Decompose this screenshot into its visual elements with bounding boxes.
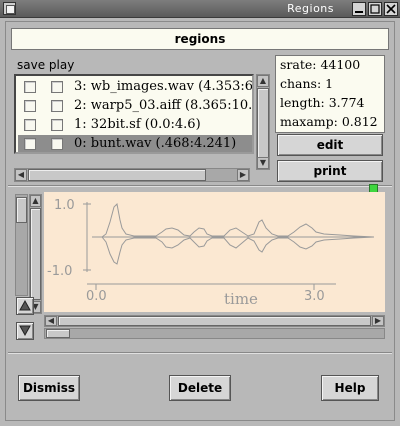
pane-divider[interactable]: [8, 185, 392, 187]
list-vertical-scrollbar[interactable]: ▲ ▼: [256, 74, 270, 170]
srate-value: srate: 44100: [280, 57, 361, 72]
save-checkbox[interactable]: [24, 119, 36, 131]
y-position-scrollbar[interactable]: ▲ ▼: [29, 194, 42, 314]
footer-divider: [8, 352, 392, 354]
scroll-down-arrow-icon[interactable]: ▼: [257, 157, 269, 169]
print-button[interactable]: print: [277, 160, 383, 182]
scroll-left-arrow-icon[interactable]: ◀: [45, 316, 57, 326]
save-checkbox[interactable]: [24, 100, 36, 112]
up-triangle-icon: [19, 299, 31, 311]
zoom-in-button[interactable]: [16, 297, 34, 315]
dismiss-button[interactable]: Dismiss: [18, 375, 80, 401]
region-list[interactable]: 3: wb_images.wav (4.353:6.8 2: warp5_03.…: [14, 74, 254, 154]
scrollbar-thumb[interactable]: [28, 169, 206, 181]
play-checkbox[interactable]: [51, 100, 63, 112]
list-item[interactable]: 2: warp5_03.aiff (8.365:10.71: [18, 97, 254, 116]
scroll-left-arrow-icon[interactable]: ◀: [15, 169, 27, 181]
play-checkbox[interactable]: [51, 119, 63, 131]
waveform-trace: [92, 202, 375, 238]
edit-button[interactable]: edit: [277, 134, 383, 156]
list-item[interactable]: 0: bunt.wav (.468:4.241): [18, 135, 252, 152]
list-item[interactable]: 1: 32bit.sf (0.0:4.6): [18, 116, 252, 135]
x-axis-label: time: [224, 290, 258, 308]
scrollbar-thumb[interactable]: [257, 88, 269, 158]
play-checkbox[interactable]: [51, 81, 63, 93]
maxamp-value: maxamp: 0.812: [280, 114, 378, 129]
title-bar: Regions: [0, 0, 400, 18]
minimize-icon: [355, 11, 363, 13]
y-tick-label: -1.0: [47, 264, 72, 279]
close-icon: [386, 4, 396, 14]
waveform-svg: 1.0 -1.0 0.0 3.0 time: [47, 198, 375, 308]
scroll-up-arrow-icon[interactable]: ▲: [257, 75, 269, 87]
x-zoom-slider[interactable]: [44, 328, 385, 339]
maximize-icon: [370, 4, 380, 14]
delete-button[interactable]: Delete: [169, 375, 231, 401]
x-tick-label: 0.0: [86, 289, 107, 304]
close-button[interactable]: [384, 2, 398, 16]
window-title: Regions: [287, 2, 334, 15]
help-button[interactable]: Help: [321, 375, 379, 401]
slider-thumb[interactable]: [46, 329, 70, 338]
region-label: 2: warp5_03.aiff (8.365:10.71: [74, 98, 254, 113]
scroll-up-arrow-icon[interactable]: ▲: [30, 195, 41, 207]
window-menu-icon[interactable]: [3, 2, 16, 15]
zoom-out-button[interactable]: [16, 322, 34, 340]
sound-info-panel: srate: 44100 chans: 1 length: 3.774 maxa…: [275, 55, 385, 133]
play-checkbox[interactable]: [51, 138, 63, 150]
regions-header: regions: [11, 28, 389, 50]
save-checkbox[interactable]: [24, 138, 36, 150]
region-label: 1: 32bit.sf (0.0:4.6): [74, 117, 201, 132]
list-horizontal-scrollbar[interactable]: ◀ ▶: [14, 168, 250, 182]
list-column-label: save play: [17, 58, 75, 72]
length-value: length: 3.774: [280, 95, 365, 110]
save-checkbox[interactable]: [24, 81, 36, 93]
down-triangle-icon: [19, 325, 31, 337]
waveform-trace-lower: [92, 236, 375, 265]
x-tick-label: 3.0: [304, 289, 325, 304]
scrollbar-thumb[interactable]: [30, 208, 41, 300]
x-position-scrollbar[interactable]: ◀ ▶: [44, 315, 385, 327]
maximize-button[interactable]: [368, 2, 382, 16]
minimize-button[interactable]: [352, 2, 366, 16]
region-label: 3: wb_images.wav (4.353:6.8: [74, 79, 254, 94]
scroll-right-arrow-icon[interactable]: ▶: [237, 169, 249, 181]
slider-thumb[interactable]: [16, 197, 27, 223]
y-tick-label: 1.0: [54, 198, 75, 213]
scrollbar-thumb[interactable]: [58, 316, 371, 326]
y-zoom-slider[interactable]: [15, 194, 28, 296]
region-label: 0: bunt.wav (.468:4.241): [74, 136, 237, 151]
chans-value: chans: 1: [280, 76, 334, 91]
list-item[interactable]: 3: wb_images.wav (4.353:6.8: [18, 78, 254, 97]
scroll-right-arrow-icon[interactable]: ▶: [372, 316, 384, 326]
waveform-graph[interactable]: 1.0 -1.0 0.0 3.0 time: [44, 192, 385, 312]
